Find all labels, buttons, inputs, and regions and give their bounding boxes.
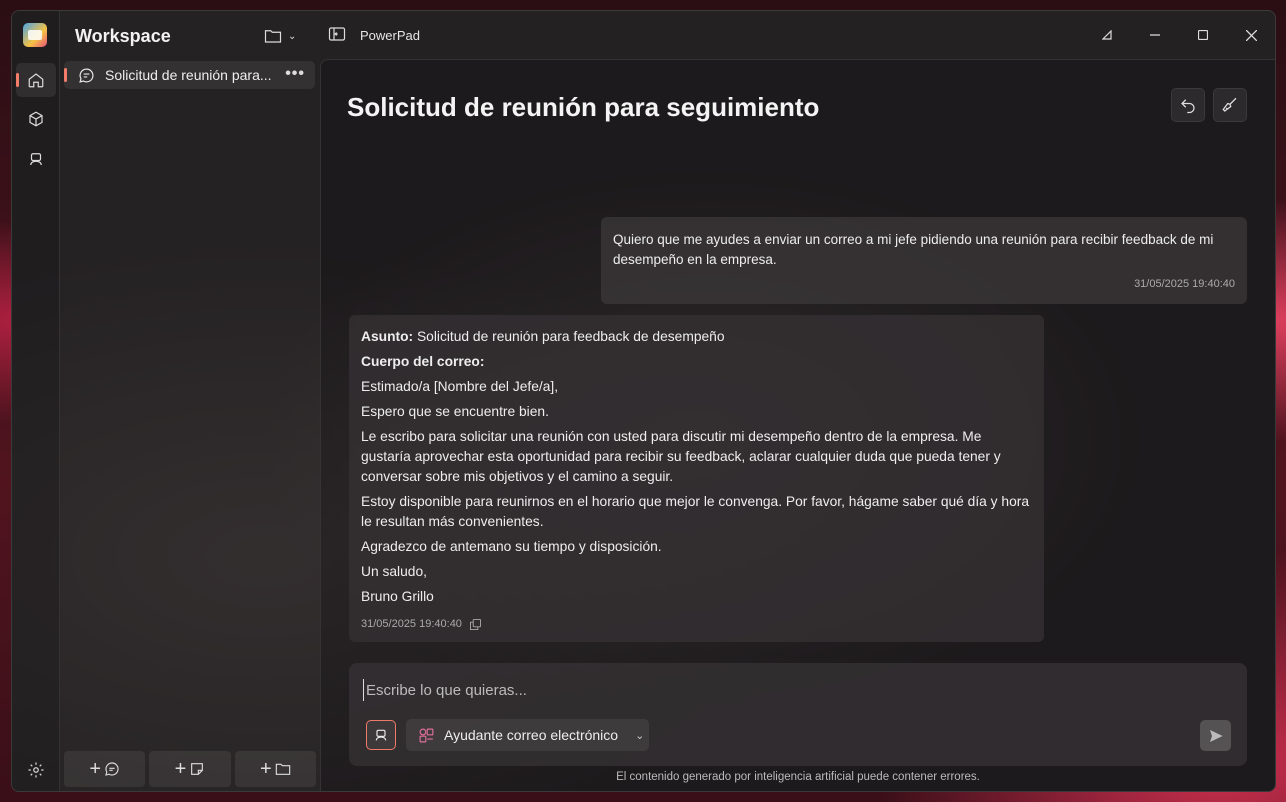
email-paragraph: Espero que se encuentre bien.	[361, 404, 549, 419]
assistant-message: Asunto: Solicitud de reunión para feedba…	[349, 315, 1044, 642]
subject-label: Asunto:	[361, 329, 414, 344]
folder-icon	[275, 763, 290, 775]
new-note-button[interactable]: +	[149, 751, 231, 787]
agent-shapes-icon	[419, 728, 434, 742]
chat-bubble-icon	[79, 68, 94, 83]
agent-selector[interactable]: Ayudante correo electrónico ⌄	[406, 719, 649, 751]
folder-menu-button[interactable]: ⌄	[264, 26, 304, 46]
panel-footer: + + +	[64, 751, 316, 787]
copy-icon[interactable]	[469, 618, 481, 630]
chat-bubble-icon	[105, 762, 119, 776]
folder-icon	[264, 30, 282, 43]
body-label: Cuerpo del correo:	[361, 354, 485, 369]
email-paragraph: Estimado/a [Nombre del Jefe/a],	[361, 379, 559, 394]
assistant-message-meta: 31/05/2025 19:40:40	[361, 618, 481, 630]
app-title: PowerPad	[360, 28, 420, 43]
close-icon[interactable]	[1227, 11, 1275, 59]
agents-bot-icon[interactable]	[16, 142, 56, 176]
undo-button[interactable]	[1171, 88, 1205, 122]
chat-area: Solicitud de reunión para seguimiento Qu…	[320, 59, 1275, 791]
toggle-panel-icon[interactable]	[328, 26, 346, 42]
ai-disclaimer: El contenido generado por inteligencia a…	[616, 771, 980, 783]
chat-list-item[interactable]: Solicitud de reunión para... •••	[64, 61, 315, 89]
plus-icon: +	[259, 758, 272, 780]
message-input[interactable]	[363, 679, 1223, 701]
plus-icon: +	[89, 758, 101, 780]
chat-actions	[1171, 88, 1247, 122]
app-logo-icon	[23, 23, 47, 47]
plus-icon: +	[174, 758, 187, 780]
compact-overlay-icon[interactable]	[1083, 11, 1131, 59]
email-paragraph: Le escribo para solicitar una reunión co…	[361, 429, 1001, 484]
title-bar: PowerPad	[320, 11, 1275, 59]
send-icon	[1209, 729, 1223, 742]
new-chat-button[interactable]: +	[64, 751, 146, 787]
send-button[interactable]	[1200, 720, 1231, 751]
email-body-label-line: Cuerpo del correo:	[361, 352, 1032, 372]
nav-rail	[12, 11, 60, 791]
agent-toggle-button[interactable]	[366, 720, 396, 750]
clear-chat-button[interactable]	[1213, 88, 1247, 122]
email-paragraph: Estoy disponible para reunirnos en el ho…	[361, 494, 1030, 529]
new-folder-button[interactable]: +	[234, 751, 316, 787]
user-message: Quiero que me ayudes a enviar un correo …	[601, 217, 1247, 304]
note-icon	[191, 763, 204, 775]
subject-text: Solicitud de reunión para feedback de de…	[413, 329, 725, 344]
models-cube-icon[interactable]	[16, 102, 56, 136]
home-icon[interactable]	[16, 63, 56, 97]
bot-icon	[375, 729, 387, 741]
user-message-text: Quiero que me ayudes a enviar un correo …	[613, 232, 1214, 267]
email-subject-line: Asunto: Solicitud de reunión para feedba…	[361, 327, 1032, 347]
chat-title: Solicitud de reunión para seguimiento	[347, 92, 820, 122]
maximize-icon[interactable]	[1179, 11, 1227, 59]
email-paragraph: Un saludo,	[361, 564, 427, 579]
email-paragraph: Bruno Grillo	[361, 589, 434, 604]
message-composer: Ayudante correo electrónico ⌄	[349, 663, 1247, 766]
agent-selector-label: Ayudante correo electrónico	[444, 727, 619, 743]
undo-icon	[1181, 99, 1195, 114]
chat-list-item-label: Solicitud de reunión para...	[105, 67, 272, 83]
app-window: Workspace ⌄ Solicitud de reunión para...…	[11, 10, 1276, 792]
settings-gear-icon[interactable]	[16, 753, 56, 787]
email-paragraph: Agradezco de antemano su tiempo y dispos…	[361, 539, 662, 554]
assistant-message-timestamp: 31/05/2025 19:40:40	[361, 618, 462, 630]
broom-icon	[1222, 97, 1237, 112]
workspace-title: Workspace	[75, 26, 171, 46]
workspace-panel: Workspace ⌄ Solicitud de reunión para...…	[60, 11, 320, 791]
user-message-timestamp: 31/05/2025 19:40:40	[1134, 278, 1235, 290]
minimize-icon[interactable]	[1131, 11, 1179, 59]
window-controls	[1083, 11, 1275, 59]
more-options-icon[interactable]: •••	[285, 65, 305, 83]
chevron-down-icon: ⌄	[635, 729, 645, 742]
chevron-down-icon: ⌄	[288, 30, 297, 42]
